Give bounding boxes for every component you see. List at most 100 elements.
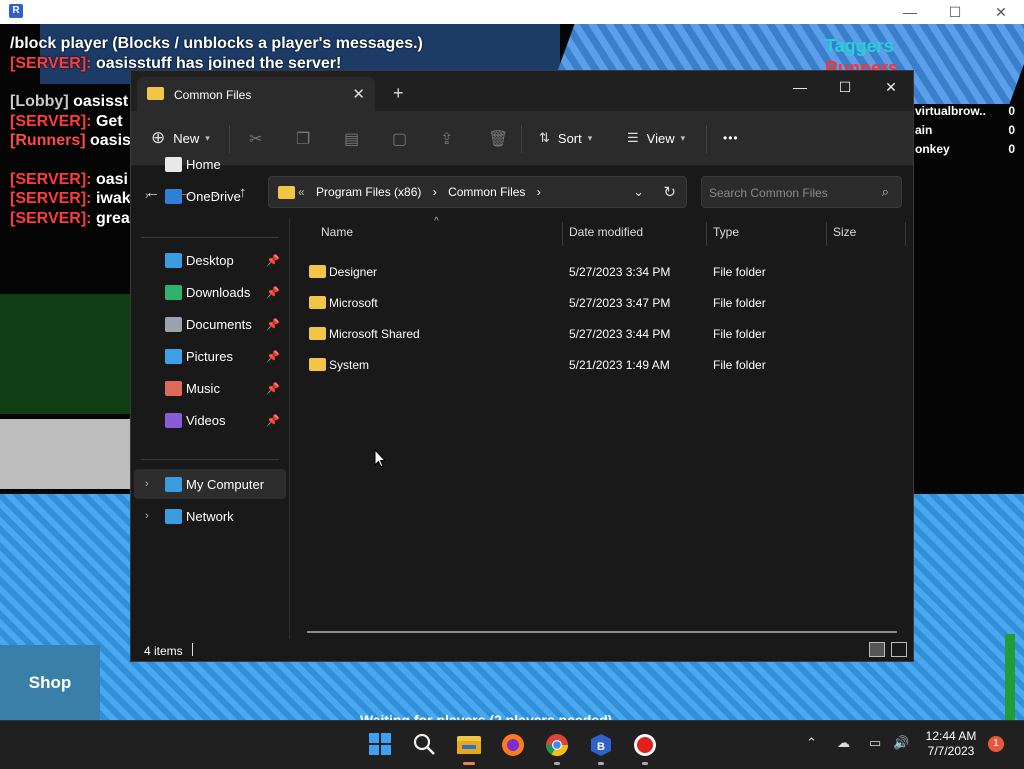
pin-icon: 📌 xyxy=(266,382,280,395)
sort-button[interactable]: ⇅ Sort ▾ xyxy=(539,111,592,165)
column-header-name[interactable]: Name xyxy=(321,225,353,239)
game-gray-wall xyxy=(0,419,130,489)
column-divider[interactable] xyxy=(826,222,827,246)
column-header-date[interactable]: Date modified xyxy=(569,225,643,239)
search-icon[interactable]: ⌕ xyxy=(882,184,889,200)
file-type: File folder xyxy=(713,358,766,372)
chat-message-prefix: [Lobby] xyxy=(10,93,69,110)
nav-item-desktop[interactable]: Desktop 📌 xyxy=(134,245,286,275)
nav-item-videos[interactable]: Videos 📌 xyxy=(134,405,286,435)
refresh-icon[interactable]: ↻ xyxy=(663,183,676,201)
column-header-type[interactable]: Type xyxy=(713,225,739,239)
nav-item-documents[interactable]: Documents 📌 xyxy=(134,309,286,339)
sort-icon: ⇅ xyxy=(539,130,550,145)
large-icons-view-icon[interactable] xyxy=(891,642,907,657)
breadcrumb-item[interactable]: Common Files xyxy=(448,185,525,199)
record-icon[interactable] xyxy=(631,731,659,759)
file-name: Designer xyxy=(329,265,378,279)
taskbar-clock[interactable]: 12:44 AM 7/7/2023 xyxy=(918,729,984,759)
copy-icon[interactable]: ❐ xyxy=(296,129,310,149)
show-hidden-icons-chevron-icon[interactable]: ⌃ xyxy=(806,735,817,751)
nav-item-pictures[interactable]: Pictures 📌 xyxy=(134,341,286,371)
onedrive-offline-icon[interactable]: ☁ xyxy=(837,735,850,751)
column-header-size[interactable]: Size xyxy=(833,225,856,239)
svg-text:B: B xyxy=(597,741,605,753)
chat-message-text: Get xyxy=(91,112,123,130)
address-dropdown-icon[interactable]: ⌄ xyxy=(633,184,644,200)
file-row[interactable]: Microsoft Shared 5/27/2023 3:44 PM File fo… xyxy=(291,318,913,349)
nav-separator xyxy=(141,237,279,238)
horizontal-scrollbar[interactable] xyxy=(307,631,897,633)
nav-item-label: Home xyxy=(186,156,221,172)
tab-common-files[interactable]: Common Files ✕ xyxy=(137,77,375,111)
column-divider[interactable] xyxy=(562,222,563,246)
breadcrumb-separator[interactable]: › xyxy=(537,185,541,199)
delete-icon[interactable]: 🗑 xyxy=(488,129,508,149)
pin-icon: 📌 xyxy=(266,286,280,299)
nav-item-downloads[interactable]: Downloads 📌 xyxy=(134,277,286,307)
host-maximize-button[interactable]: ☐ xyxy=(932,0,978,24)
host-close-button[interactable]: ✕ xyxy=(978,0,1024,24)
file-name: System xyxy=(329,358,370,372)
host-minimize-button[interactable]: — xyxy=(887,0,933,24)
close-button[interactable]: ✕ xyxy=(868,71,914,103)
paste-icon[interactable]: ▤ xyxy=(344,129,359,149)
expand-chevron-icon[interactable]: › xyxy=(145,190,149,202)
volume-icon[interactable]: 🔊 xyxy=(893,735,909,751)
shop-button[interactable]: Shop xyxy=(0,645,100,720)
sort-ascending-icon: ^ xyxy=(434,216,439,227)
view-button[interactable]: ☰ View ▾ xyxy=(627,111,685,165)
tab-title: Common Files xyxy=(174,88,252,102)
search-input[interactable] xyxy=(702,177,881,209)
chrome-icon[interactable] xyxy=(543,731,571,759)
nav-item-onedrive[interactable]: › OneDrive xyxy=(134,181,286,211)
file-row[interactable]: System 5/21/2023 1:49 AM File folder xyxy=(291,349,913,380)
file-row[interactable]: Microsoft 5/27/2023 3:47 PM File folder xyxy=(291,287,913,318)
network-icon[interactable]: ▭ xyxy=(869,735,881,751)
share-icon[interactable]: ⇪ xyxy=(440,129,453,149)
breadcrumb-item[interactable]: Program Files (x86) xyxy=(316,185,421,199)
details-view-icon[interactable] xyxy=(869,642,885,657)
file-row[interactable]: Designer 5/27/2023 3:34 PM File folder xyxy=(291,256,913,287)
tab-close-icon[interactable]: ✕ xyxy=(352,85,365,103)
expand-chevron-icon[interactable]: › xyxy=(145,510,149,522)
pane-divider[interactable] xyxy=(289,218,290,639)
nav-item-network[interactable]: › Network xyxy=(134,501,286,531)
nav-item-my-computer[interactable]: › My Computer xyxy=(134,469,286,499)
network-icon xyxy=(165,508,182,524)
search-icon[interactable] xyxy=(411,731,439,759)
file-explorer-icon[interactable] xyxy=(455,731,483,759)
notification-badge[interactable]: 1 xyxy=(988,736,1004,752)
column-divider[interactable] xyxy=(706,222,707,246)
address-bar[interactable]: « Program Files (x86) › Common Files › ⌄… xyxy=(268,176,687,208)
nav-item-music[interactable]: Music 📌 xyxy=(134,373,286,403)
chevron-down-icon: ▾ xyxy=(205,132,210,143)
chevron-down-icon: ▾ xyxy=(587,132,593,143)
nav-item-home[interactable]: Home xyxy=(134,149,286,179)
more-options-button[interactable]: ••• xyxy=(723,111,739,165)
leaderboard-score: 0 xyxy=(1008,142,1015,156)
start-icon[interactable] xyxy=(367,731,395,759)
computer-icon xyxy=(165,476,182,492)
running-app-indicator xyxy=(598,762,604,765)
maximize-button[interactable]: ☐ xyxy=(822,71,868,103)
chat-message-prefix: [SERVER]: xyxy=(10,209,92,227)
desktop-icon xyxy=(165,252,182,268)
chat-message-prefix: [SERVER]: xyxy=(10,112,92,130)
active-app-indicator xyxy=(463,762,475,765)
roblox-icon[interactable]: B xyxy=(587,731,615,759)
cut-icon[interactable]: ✂ xyxy=(249,129,262,149)
status-bar: 4 items xyxy=(131,639,913,661)
breadcrumb-separator[interactable]: › xyxy=(433,185,437,199)
chat-message: /block player (Blocks / unblocks a playe… xyxy=(10,34,423,54)
firefox-icon[interactable] xyxy=(499,731,527,759)
expand-chevron-icon[interactable]: › xyxy=(145,478,149,490)
new-tab-button[interactable]: + xyxy=(393,83,404,104)
chat-message-text: oasis xyxy=(85,132,131,149)
rename-icon[interactable]: ▢ xyxy=(392,129,407,149)
breadcrumb-overflow[interactable]: « xyxy=(298,185,305,199)
search-box[interactable]: ⌕ xyxy=(701,176,902,209)
minimize-button[interactable]: — xyxy=(777,71,823,103)
nav-item-label: OneDrive xyxy=(186,188,241,204)
column-divider[interactable] xyxy=(905,222,906,246)
